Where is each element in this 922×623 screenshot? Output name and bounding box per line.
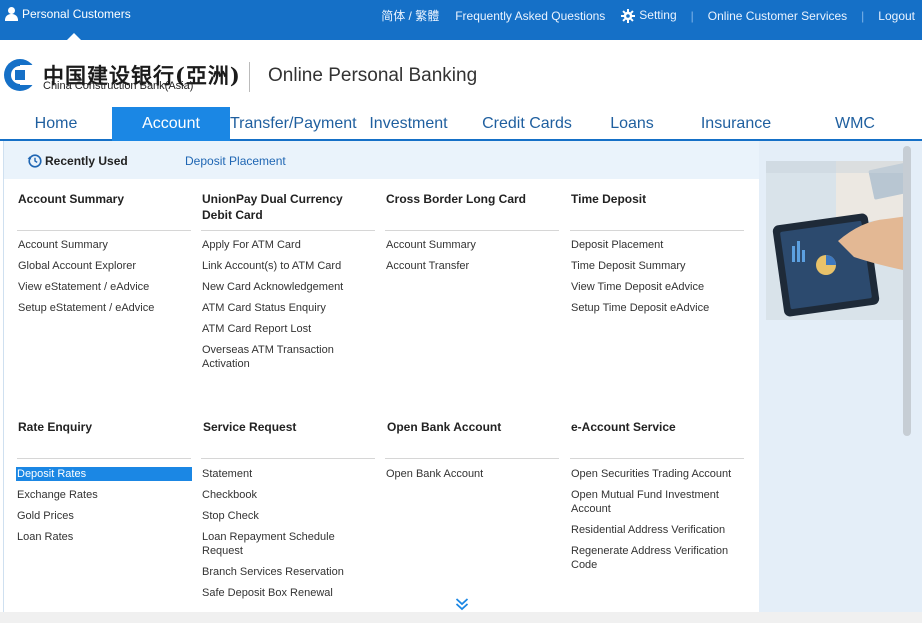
section-open-bank-account-title: Open Bank Account [387, 420, 502, 434]
product-title: Online Personal Banking [268, 65, 478, 86]
section-divider [17, 230, 191, 231]
section-account-summary-title: Account Summary [18, 192, 125, 206]
person-icon [4, 7, 18, 21]
nav-credit-cards[interactable]: Credit Cards [465, 107, 589, 141]
section-divider [385, 230, 559, 231]
menu-link[interactable]: Checkbook [201, 488, 377, 502]
nav-account[interactable]: Account [112, 107, 230, 141]
section-service-request-title: Service Request [203, 420, 297, 434]
online-customer-services-link[interactable]: Online Customer Services [708, 9, 847, 23]
menu-link[interactable]: New Card Acknowledgement [201, 280, 377, 294]
menu-link[interactable]: Setup Time Deposit eAdvice [570, 301, 746, 315]
section-service-request-links: Statement Checkbook Stop Check Loan Repa… [201, 467, 377, 607]
menu-link[interactable]: Deposit Placement [570, 238, 746, 252]
nav-transfer-payment[interactable]: Transfer/Payment [230, 107, 357, 141]
section-cross-border-title: Cross Border Long Card [386, 192, 527, 206]
nav-loans[interactable]: Loans [589, 107, 675, 141]
menu-link[interactable]: Apply For ATM Card [201, 238, 377, 252]
menu-link[interactable]: Loan Rates [16, 530, 192, 544]
menu-link[interactable]: Overseas ATM Transaction Activation [201, 343, 351, 371]
divider: | [690, 8, 694, 23]
menu-link[interactable]: Account Summary [17, 238, 193, 252]
bottom-strip [0, 612, 922, 623]
account-mega-menu: Recently Used Deposit Placement Account … [3, 141, 760, 623]
section-account-summary-links: Account Summary Global Account Explorer … [17, 238, 193, 322]
section-divider [570, 458, 744, 459]
menu-link[interactable]: Link Account(s) to ATM Card [201, 259, 377, 273]
brand-header: 中国建设银行(亞洲) China Construction Bank(Asia)… [0, 40, 922, 108]
double-chevron-down-icon[interactable] [455, 597, 469, 611]
menu-link[interactable]: Residential Address Verification [570, 523, 746, 537]
section-time-deposit-links: Deposit Placement Time Deposit Summary V… [570, 238, 746, 322]
menu-link[interactable]: Statement [201, 467, 377, 481]
section-open-bank-account-links: Open Bank Account [385, 467, 561, 488]
recently-used-label: Recently Used [45, 154, 128, 168]
menu-link[interactable]: ATM Card Status Enquiry [201, 301, 377, 315]
section-divider [201, 458, 375, 459]
section-divider [570, 230, 744, 231]
menu-link[interactable]: ATM Card Report Lost [201, 322, 377, 336]
menu-link[interactable]: View eStatement / eAdvice [17, 280, 193, 294]
setting-label: Setting [639, 8, 677, 23]
faq-link[interactable]: Frequently Asked Questions [455, 9, 605, 23]
menu-link[interactable]: Time Deposit Summary [570, 259, 746, 273]
menu-link[interactable]: Exchange Rates [16, 488, 192, 502]
section-divider [201, 230, 375, 231]
personal-customers-tab[interactable]: Personal Customers [4, 7, 131, 21]
menu-link[interactable]: Open Securities Trading Account [570, 467, 746, 481]
active-segment-caret [67, 33, 81, 40]
section-e-account-service-links: Open Securities Trading Account Open Mut… [570, 467, 746, 579]
menu-link[interactable]: Safe Deposit Box Renewal [201, 586, 377, 600]
personal-customers-label: Personal Customers [22, 7, 131, 21]
language-switch-link[interactable]: 简体 / 繁體 [381, 7, 439, 24]
promo-image[interactable] [766, 161, 908, 320]
main-nav: Home Account Transfer/Payment Investment… [0, 107, 922, 141]
menu-link[interactable]: Branch Services Reservation [201, 565, 377, 579]
nav-wmc[interactable]: WMC [797, 107, 913, 141]
menu-link[interactable]: Gold Prices [16, 509, 192, 523]
menu-link-highlighted[interactable]: Deposit Rates [16, 467, 192, 481]
menu-link[interactable]: Stop Check [201, 509, 377, 523]
top-links: 简体 / 繁體 Frequently Asked Questions Setti… [381, 7, 915, 24]
section-rate-enquiry-title: Rate Enquiry [18, 420, 93, 434]
section-rate-enquiry-links: Deposit Rates Exchange Rates Gold Prices… [16, 467, 192, 551]
section-divider [17, 458, 191, 459]
promo-panel [759, 141, 922, 623]
section-e-account-service-title: e-Account Service [571, 420, 676, 434]
section-time-deposit-title: Time Deposit [571, 192, 647, 206]
section-unionpay-links: Apply For ATM Card Link Account(s) to AT… [201, 238, 377, 378]
section-unionpay-title: UnionPay Dual Currency Debit Card [202, 192, 343, 222]
recent-link-deposit-placement[interactable]: Deposit Placement [185, 154, 286, 168]
scrollbar-thumb[interactable] [903, 146, 911, 436]
bank-name-english: China Construction Bank(Asia) [43, 80, 194, 92]
gear-icon [621, 8, 636, 23]
history-icon [27, 153, 42, 168]
menu-link[interactable]: Account Summary [385, 238, 561, 252]
logout-link[interactable]: Logout [878, 9, 915, 23]
setting-link[interactable]: Setting [621, 8, 677, 23]
menu-link[interactable]: View Time Deposit eAdvice [570, 280, 746, 294]
nav-insurance[interactable]: Insurance [675, 107, 797, 141]
nav-home[interactable]: Home [0, 107, 112, 141]
section-cross-border-links: Account Summary Account Transfer [385, 238, 561, 280]
menu-link[interactable]: Account Transfer [385, 259, 561, 273]
divider: | [861, 8, 865, 23]
section-divider [385, 458, 559, 459]
menu-link[interactable]: Loan Repayment Schedule Request [201, 530, 351, 558]
bank-logo-mark[interactable] [3, 58, 37, 92]
menu-link[interactable]: Global Account Explorer [17, 259, 193, 273]
nav-investment[interactable]: Investment [352, 107, 465, 141]
menu-link[interactable]: Setup eStatement / eAdvice [17, 301, 193, 315]
menu-link[interactable]: Regenerate Address Verification Code [570, 544, 742, 572]
top-bar: Personal Customers 简体 / 繁體 Frequently As… [0, 0, 922, 40]
menu-link[interactable]: Open Mutual Fund Investment Account [570, 488, 732, 516]
menu-link[interactable]: Open Bank Account [385, 467, 561, 481]
brand-divider [249, 62, 250, 92]
recently-used-bar: Recently Used Deposit Placement [4, 141, 760, 179]
